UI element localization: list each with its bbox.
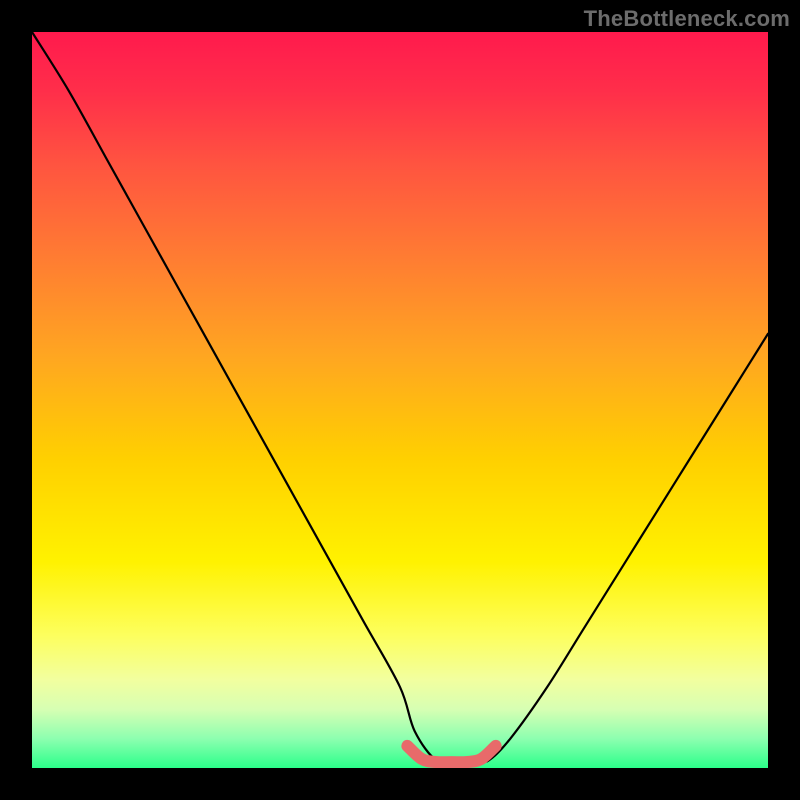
trough-highlight xyxy=(407,746,495,762)
chart-svg xyxy=(32,32,768,768)
plot-area xyxy=(32,32,768,768)
chart-frame: TheBottleneck.com xyxy=(0,0,800,800)
bottleneck-curve xyxy=(32,32,768,763)
watermark-text: TheBottleneck.com xyxy=(584,6,790,32)
